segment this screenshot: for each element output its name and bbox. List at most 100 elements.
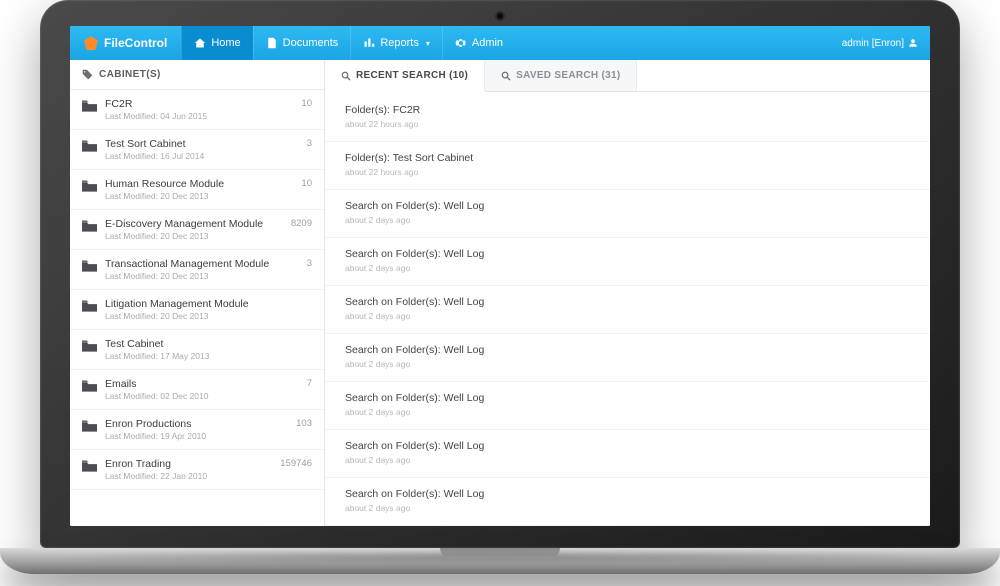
nav-reports-label: Reports (380, 37, 419, 49)
search-title: Search on Folder(s): Well Log (345, 248, 910, 260)
folder-icon (82, 180, 97, 192)
nav-home-label: Home (211, 37, 240, 49)
folder-icon (82, 340, 97, 352)
cabinet-meta: Last Modified: 02 Dec 2010 (105, 391, 299, 401)
cabinet-meta: Last Modified: 19 Apr 2010 (105, 431, 288, 441)
search-title: Folder(s): Test Sort Cabinet (345, 152, 910, 164)
cabinet-item[interactable]: Test Sort CabinetLast Modified: 16 Jul 2… (70, 130, 324, 170)
cabinet-list[interactable]: FC2RLast Modified: 04 Jun 201510Test Sor… (70, 90, 324, 490)
cabinet-meta: Last Modified: 20 Dec 2013 (105, 311, 304, 321)
search-icon (341, 71, 351, 81)
folder-icon (82, 300, 97, 312)
user-menu[interactable]: admin [Enron] (830, 26, 930, 60)
laptop-base (0, 548, 1000, 574)
search-title: Search on Folder(s): Well Log (345, 392, 910, 404)
laptop-camera (497, 13, 503, 19)
cabinet-name: E-Discovery Management Module (105, 218, 283, 230)
search-panel: RECENT SEARCH (10) SAVED SEARCH (31) Fol… (325, 60, 930, 526)
recent-search-item[interactable]: Search on Folder(s): Well Log about 2 day… (325, 382, 930, 430)
cabinet-count: 10 (301, 98, 312, 109)
document-icon (266, 37, 278, 49)
search-title: Search on Folder(s): Well Log (345, 344, 910, 356)
recent-search-item[interactable]: Folder(s): Test Sort Cabinetabout 22 hou… (325, 142, 930, 190)
cabinet-name: Emails (105, 378, 299, 390)
folder-icon (82, 460, 97, 472)
folder-icon (82, 140, 97, 152)
tab-recent-search[interactable]: RECENT SEARCH (10) (325, 60, 485, 91)
cabinet-meta: Last Modified: 20 Dec 2013 (105, 191, 293, 201)
cabinet-count: 8209 (291, 218, 312, 229)
gear-icon (455, 37, 467, 49)
recent-search-list[interactable]: Folder(s): FC2Rabout 22 hours agoFolder(… (325, 92, 930, 526)
content: CABINET(S) FC2RLast Modified: 04 Jun 201… (70, 60, 930, 526)
cabinet-meta: Last Modified: 17 May 2013 (105, 351, 304, 361)
tab-saved-search[interactable]: SAVED SEARCH (31) (485, 60, 637, 91)
nav-admin[interactable]: Admin (442, 26, 515, 60)
recent-search-item[interactable]: Search on Folder(s): Well Log about 2 day… (325, 286, 930, 334)
search-icon (501, 71, 511, 81)
folder-icon (82, 100, 97, 112)
cabinet-name: Human Resource Module (105, 178, 293, 190)
cabinet-item[interactable]: Enron TradingLast Modified: 22 Jan 2010 1… (70, 450, 324, 490)
recent-search-item[interactable]: Search on Folder(s): Well Log about 2 day… (325, 334, 930, 382)
tag-icon (82, 69, 93, 80)
cabinet-count: 159746 (280, 458, 312, 469)
cabinet-name: Transactional Management Module (105, 258, 299, 270)
search-time: about 2 days ago (345, 503, 910, 513)
search-time: about 2 days ago (345, 359, 910, 369)
brand[interactable]: FileControl (70, 26, 181, 60)
cabinet-item[interactable]: E-Discovery Management ModuleLast Modifi… (70, 210, 324, 250)
search-title: Search on Folder(s): Well Log (345, 440, 910, 452)
reports-icon (363, 37, 375, 49)
cabinet-item[interactable]: Transactional Management ModuleLast Modi… (70, 250, 324, 290)
cabinet-meta: Last Modified: 20 Dec 2013 (105, 271, 299, 281)
nav-documents-label: Documents (283, 37, 339, 49)
cabinet-item[interactable]: Human Resource ModuleLast Modified: 20 D… (70, 170, 324, 210)
chevron-down-icon: ▾ (426, 39, 430, 48)
tab-saved-label: SAVED SEARCH (31) (516, 70, 620, 81)
search-title: Folder(s): FC2R (345, 104, 910, 116)
cabinets-heading: CABINET(S) (70, 60, 324, 90)
recent-search-item[interactable]: Search on Folder(s): Well Log about 2 day… (325, 430, 930, 478)
recent-search-item[interactable]: Search on Folder(s): Well Log about 2 day… (325, 478, 930, 526)
cabinet-item[interactable]: Enron ProductionsLast Modified: 19 Apr 2… (70, 410, 324, 450)
cabinet-meta: Last Modified: 16 Jul 2014 (105, 151, 299, 161)
search-title: Search on Folder(s): Well Log (345, 488, 910, 500)
cabinets-heading-label: CABINET(S) (99, 69, 161, 80)
nav-admin-label: Admin (472, 37, 503, 49)
nav-home[interactable]: Home (181, 26, 252, 60)
search-tabs: RECENT SEARCH (10) SAVED SEARCH (31) (325, 60, 930, 92)
search-time: about 2 days ago (345, 407, 910, 417)
cabinet-name: Enron Productions (105, 418, 288, 430)
recent-search-item[interactable]: Search on Folder(s): Well Logabout 2 day… (325, 190, 930, 238)
cabinet-count: 7 (307, 378, 312, 389)
app-screen: FileControl Home Documents Reports ▾ (70, 26, 930, 526)
cabinet-item[interactable]: Test CabinetLast Modified: 17 May 2013 (70, 330, 324, 370)
home-icon (194, 37, 206, 49)
search-time: about 22 hours ago (345, 119, 910, 129)
cabinet-meta: Last Modified: 22 Jan 2010 (105, 471, 272, 481)
cabinet-item[interactable]: Litigation Management ModuleLast Modifie… (70, 290, 324, 330)
cabinet-count: 103 (296, 418, 312, 429)
topbar: FileControl Home Documents Reports ▾ (70, 26, 930, 60)
cabinet-name: Test Cabinet (105, 338, 304, 350)
user-label: admin [Enron] (842, 38, 904, 49)
search-time: about 2 days ago (345, 263, 910, 273)
search-title: Search on Folder(s): Well Log (345, 296, 910, 308)
recent-search-item[interactable]: Search on Folder(s): Well Log about 2 day… (325, 238, 930, 286)
cabinet-name: Test Sort Cabinet (105, 138, 299, 150)
search-time: about 2 days ago (345, 455, 910, 465)
nav-documents[interactable]: Documents (253, 26, 351, 60)
search-time: about 2 days ago (345, 311, 910, 321)
cabinet-item[interactable]: FC2RLast Modified: 04 Jun 201510 (70, 90, 324, 130)
search-time: about 2 days ago (345, 215, 910, 225)
brand-logo-icon (84, 36, 98, 50)
cabinet-name: Enron Trading (105, 458, 272, 470)
cabinet-item[interactable]: EmailsLast Modified: 02 Dec 2010 7 (70, 370, 324, 410)
folder-icon (82, 420, 97, 432)
nav-reports[interactable]: Reports ▾ (350, 26, 442, 60)
brand-name: FileControl (104, 36, 167, 50)
recent-search-item[interactable]: Folder(s): FC2R about 22 hours ago (325, 94, 930, 142)
cabinets-panel: CABINET(S) FC2RLast Modified: 04 Jun 201… (70, 60, 325, 526)
cabinet-name: Litigation Management Module (105, 298, 304, 310)
